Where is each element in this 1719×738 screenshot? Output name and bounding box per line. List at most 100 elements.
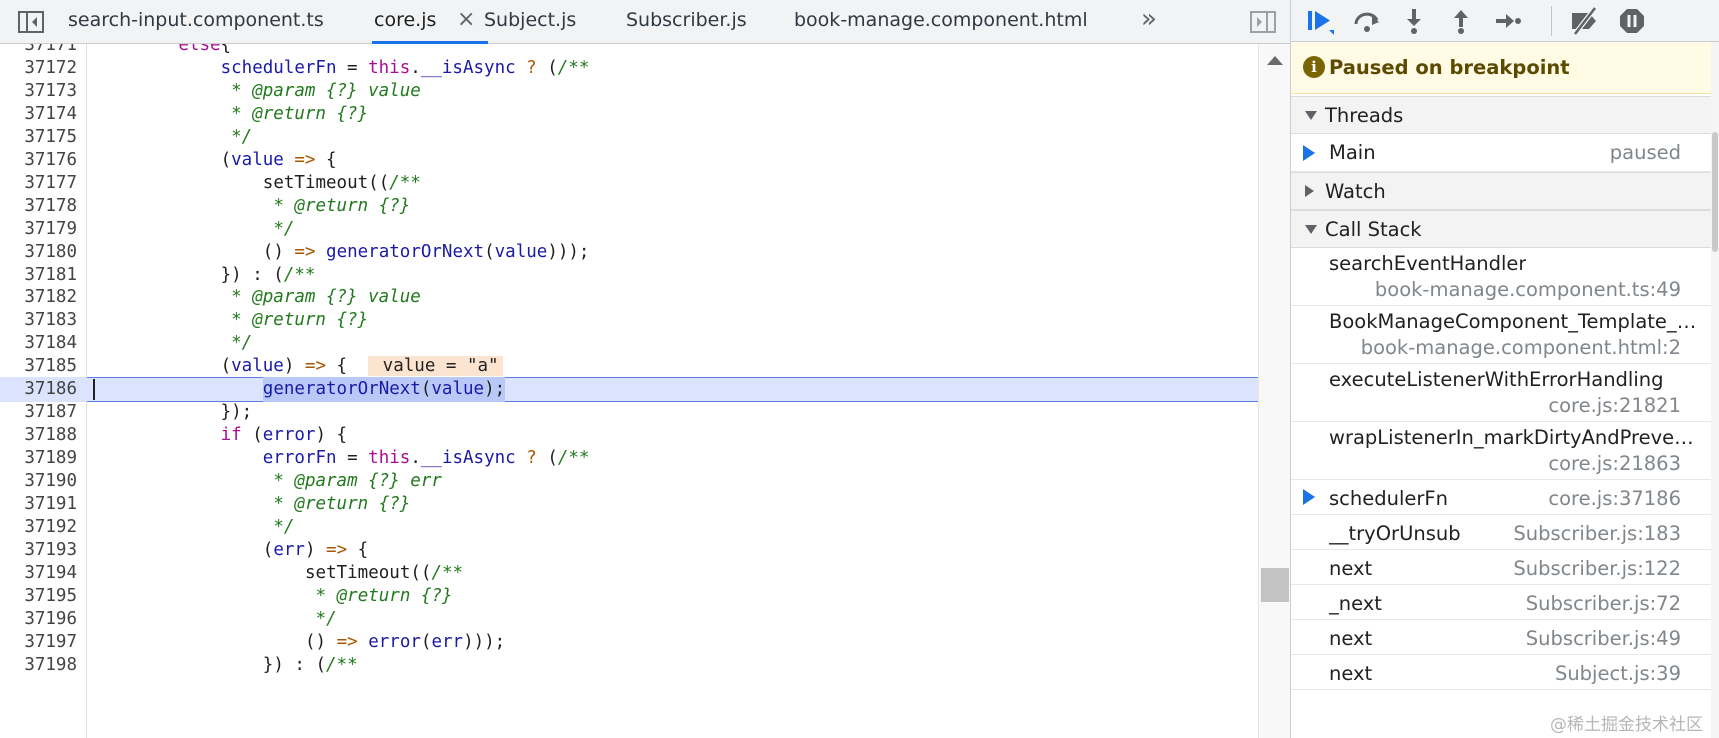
code-text: generatorOrNext(value); <box>262 377 506 403</box>
callstack-section-header[interactable]: Call Stack <box>1291 210 1711 248</box>
tab-search-input-component-ts[interactable]: search-input.component.ts <box>68 0 324 44</box>
frame-location[interactable]: Subscriber.js:49 <box>1526 627 1681 650</box>
line-number[interactable]: 37191 <box>0 492 77 517</box>
code-token: => <box>326 539 348 560</box>
code-token: /** <box>326 654 358 675</box>
frame-location[interactable]: core.js:21863 <box>1548 452 1681 475</box>
line-number[interactable]: 37187 <box>0 400 77 425</box>
debugger-toolbar <box>1291 0 1719 42</box>
line-number[interactable]: 37186 <box>0 377 77 402</box>
line-number[interactable]: 37183 <box>0 308 77 333</box>
line-number[interactable]: 37185 <box>0 354 77 379</box>
tab-close-icon[interactable]: × <box>457 0 475 40</box>
code-line: 37174 * @return {?} <box>0 102 1258 127</box>
call-frame[interactable]: __tryOrUnsub Subscriber.js:183 <box>1291 515 1711 550</box>
editor-scrollbar-thumb[interactable] <box>1261 568 1289 602</box>
line-number[interactable]: 37184 <box>0 331 77 356</box>
tab-book-manage-component-html[interactable]: book-manage.component.html <box>794 0 1088 44</box>
call-frame[interactable]: wrapListenerIn_markDirtyAndPrevent… core.… <box>1291 422 1711 480</box>
call-frame[interactable]: next Subscriber.js:49 <box>1291 620 1711 655</box>
line-number[interactable]: 37194 <box>0 561 77 586</box>
threads-section-header[interactable]: Threads <box>1291 96 1711 134</box>
frame-location[interactable]: Subscriber.js:183 <box>1513 522 1681 545</box>
frame-location[interactable]: core.js:21821 <box>1548 394 1681 417</box>
step-over-button[interactable] <box>1350 4 1384 38</box>
line-number[interactable]: 37198 <box>0 653 77 678</box>
code-token: () <box>262 241 295 262</box>
call-frame[interactable]: next Subscriber.js:122 <box>1291 550 1711 585</box>
line-number[interactable]: 37182 <box>0 285 77 310</box>
code-line: 37188 if (error) { <box>0 423 1258 448</box>
line-number[interactable]: 37179 <box>0 217 77 242</box>
line-number[interactable]: 37193 <box>0 538 77 563</box>
line-number[interactable]: 37178 <box>0 194 77 219</box>
call-frame-current[interactable]: schedulerFn core.js:37186 <box>1291 480 1711 515</box>
pause-on-exceptions-button[interactable] <box>1615 4 1649 38</box>
code-token: __isAsync <box>420 448 516 469</box>
call-frame[interactable]: BookManageComponent_Template_a… book-mana… <box>1291 306 1711 364</box>
line-number[interactable]: 37175 <box>0 125 77 150</box>
line-number[interactable]: 37188 <box>0 423 77 448</box>
code-token: errorFn <box>262 448 337 469</box>
line-number[interactable]: 37177 <box>0 171 77 196</box>
code-token: { <box>325 356 369 377</box>
step-into-button[interactable] <box>1397 4 1431 38</box>
watch-section-header[interactable]: Watch <box>1291 172 1711 210</box>
frame-location[interactable]: book-manage.component.html:2 <box>1361 336 1681 359</box>
line-number[interactable]: 37173 <box>0 79 77 104</box>
tab-core-js[interactable]: core.js × <box>372 0 488 44</box>
frame-location[interactable]: Subscriber.js:72 <box>1526 592 1681 615</box>
thread-row-main[interactable]: Main paused <box>1291 134 1711 172</box>
call-frame[interactable]: executeListenerWithErrorHandling core.js:… <box>1291 364 1711 422</box>
code-token: () <box>305 631 337 652</box>
code-text: * @return {?} <box>231 308 368 333</box>
line-number[interactable]: 37172 <box>0 56 77 81</box>
line-number[interactable]: 37195 <box>0 584 77 609</box>
line-number[interactable]: 37176 <box>0 148 77 173</box>
line-number[interactable]: 37196 <box>0 607 77 632</box>
editor-scrollbar[interactable] <box>1258 44 1290 738</box>
line-number[interactable]: 37192 <box>0 515 77 540</box>
frame-location[interactable]: core.js:37186 <box>1548 487 1681 510</box>
resume-button[interactable] <box>1303 4 1337 38</box>
line-number[interactable]: 37181 <box>0 263 77 288</box>
line-number[interactable]: 37190 <box>0 469 77 494</box>
watermark: @稀土掘金技术社区 <box>1550 715 1703 735</box>
watch-label: Watch <box>1325 180 1386 203</box>
frame-location[interactable]: book-manage.component.ts:49 <box>1375 278 1681 301</box>
tab-subscriber-js[interactable]: Subscriber.js <box>626 0 747 44</box>
code-editor[interactable]: 37171 else{37172 schedulerFn = this.__isAs… <box>0 44 1290 738</box>
sidebar-scrollbar-thumb[interactable] <box>1712 132 1718 252</box>
resume-icon <box>1308 11 1334 35</box>
more-tabs-button[interactable]: » <box>1134 0 1164 43</box>
scroll-up-arrow-icon[interactable] <box>1267 56 1283 65</box>
code-token: ); <box>484 379 506 400</box>
toggle-navigator-button[interactable] <box>8 0 54 43</box>
code-token: /** <box>283 264 316 285</box>
call-frame[interactable]: searchEventHandler book-manage.component.… <box>1291 248 1711 306</box>
line-number[interactable]: 37174 <box>0 102 77 127</box>
code-token: * @return {?} <box>273 195 411 216</box>
step-button[interactable] <box>1491 4 1525 38</box>
code-line: 37190 * @param {?} err <box>0 469 1258 494</box>
toggle-debugger-button[interactable] <box>1240 0 1286 43</box>
code-token: ( <box>241 425 263 446</box>
line-number[interactable]: 37180 <box>0 240 77 265</box>
deactivate-breakpoints-button[interactable] <box>1568 4 1602 38</box>
sidebar-scrollbar[interactable] <box>1711 42 1719 738</box>
tab-label: core.js <box>374 9 437 31</box>
code-token: * @return {?} <box>315 585 453 606</box>
frame-location[interactable]: Subscriber.js:122 <box>1513 557 1681 580</box>
call-frame[interactable]: next Subject.js:39 <box>1291 655 1711 690</box>
call-frame[interactable]: _next Subscriber.js:72 <box>1291 585 1711 620</box>
line-number[interactable]: 37189 <box>0 446 77 471</box>
tab-subject-js[interactable]: Subject.js <box>484 0 576 44</box>
code-token: ) <box>283 356 305 377</box>
step-out-button[interactable] <box>1444 4 1478 38</box>
code-token: }) : ( <box>220 264 284 285</box>
code-token: ? <box>515 57 548 78</box>
line-number[interactable]: 37197 <box>0 630 77 655</box>
code-line: 37176 (value => { <box>0 148 1258 173</box>
code-token: */ <box>273 218 295 239</box>
frame-location[interactable]: Subject.js:39 <box>1555 662 1681 685</box>
